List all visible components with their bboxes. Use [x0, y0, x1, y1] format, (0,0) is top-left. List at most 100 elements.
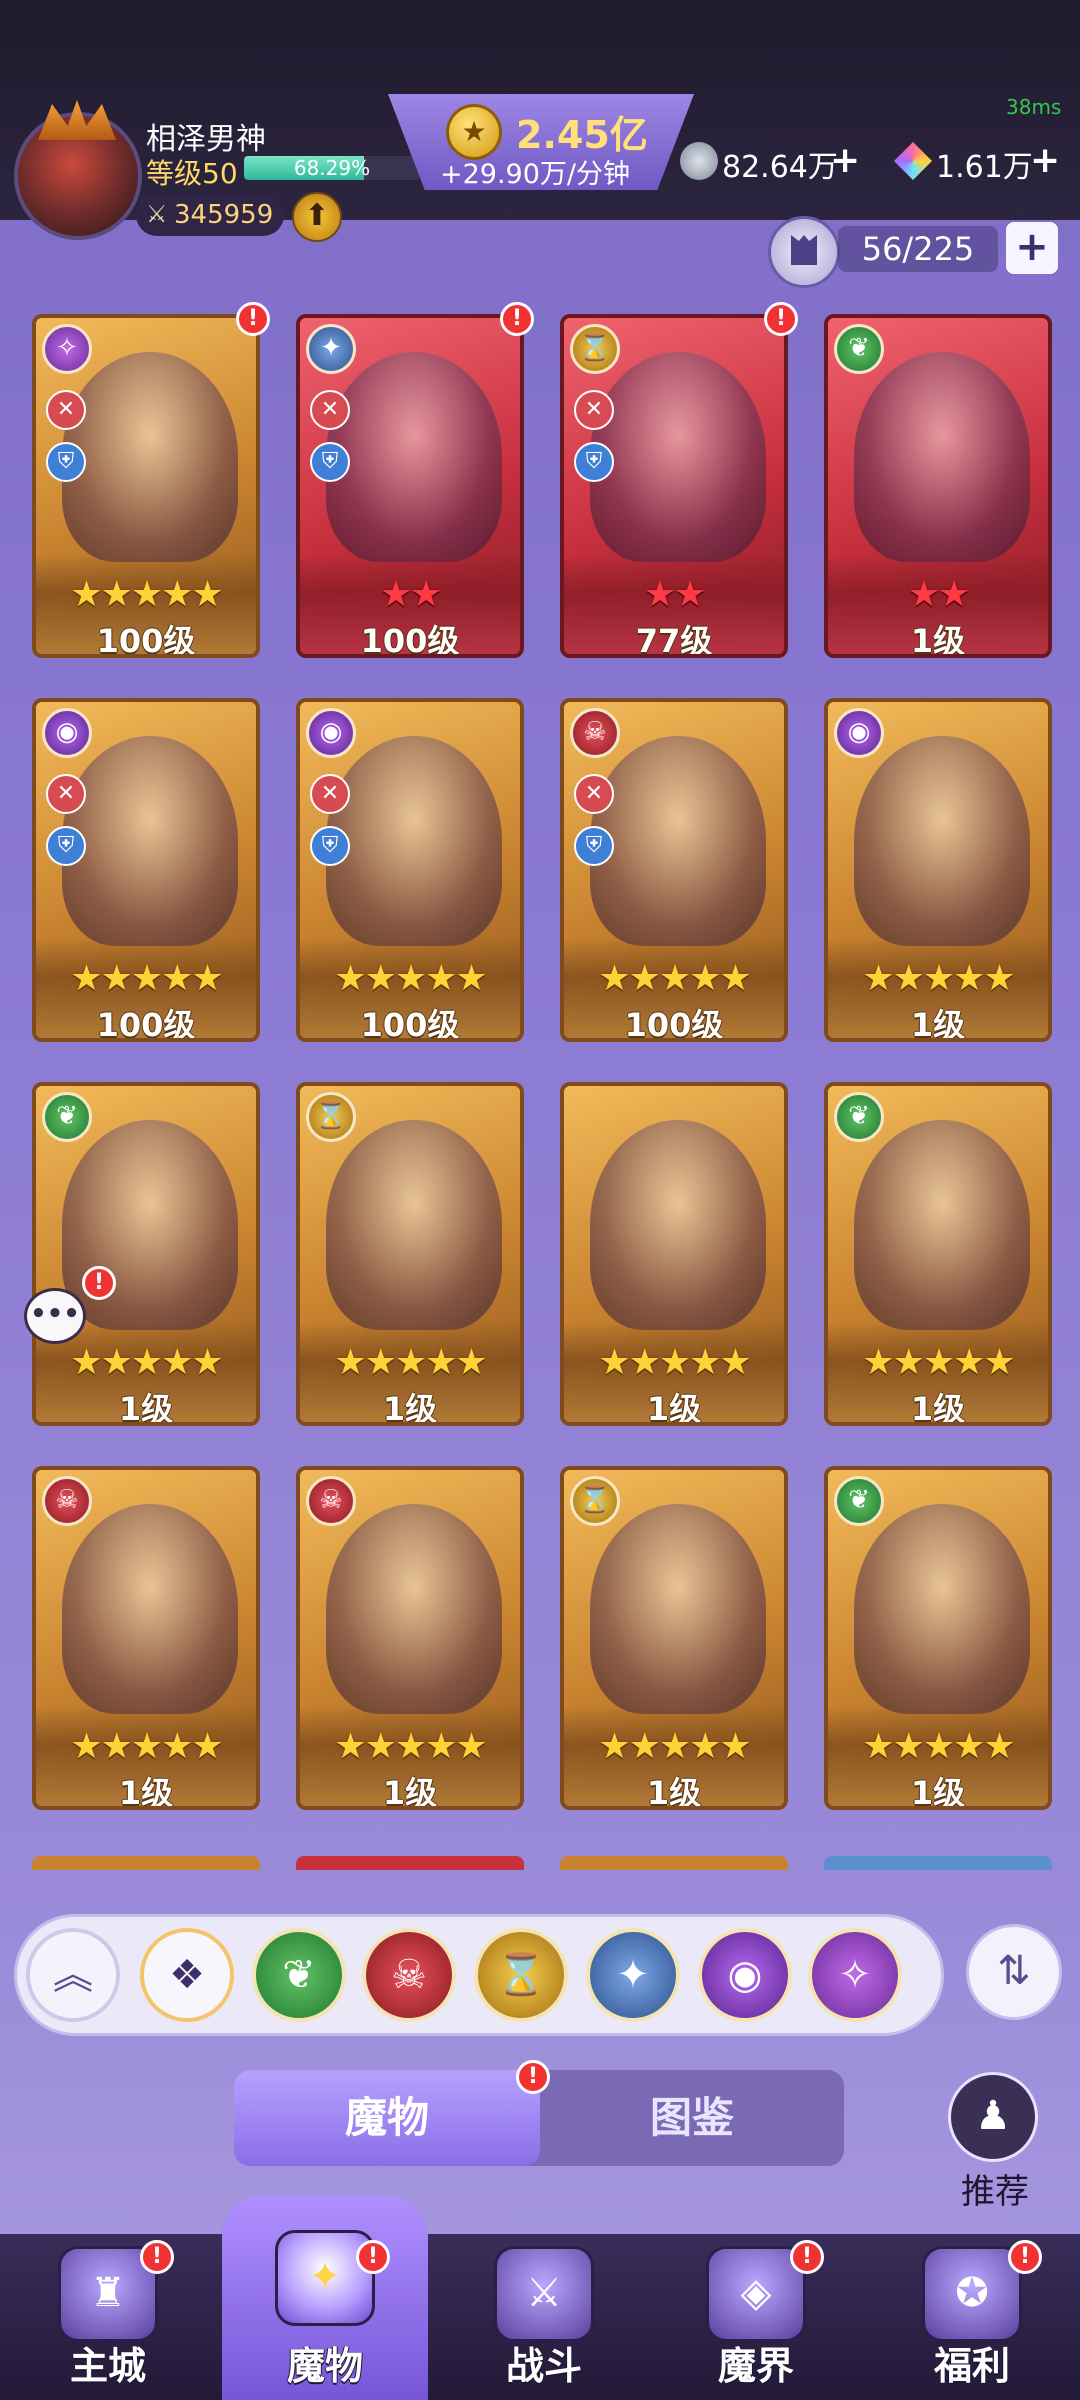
star-rating: ★★★★★ — [334, 1342, 487, 1383]
collapse-filter-button[interactable]: ︽ — [26, 1928, 120, 2022]
nav-demon-realm-label: 魔界 — [717, 2344, 794, 2388]
partial-card — [560, 1856, 788, 1870]
attack-role-icon: ✕ — [310, 390, 350, 430]
gem-resource: 1.61万 + — [894, 140, 1074, 185]
monster-level: 100级 — [96, 622, 196, 658]
gold-value: 2.45亿 — [516, 113, 648, 157]
filter-eye-icon[interactable]: ◉ — [698, 1928, 792, 2022]
nature-faction-icon: ❦ — [834, 1476, 884, 1526]
monster-portrait — [854, 1120, 1030, 1330]
power-up-button[interactable]: ⬆ — [292, 192, 342, 242]
monster-card[interactable]: ❦ ★★★★★ 1级 — [824, 1466, 1052, 1810]
monster-card[interactable]: ◉ ✕ ⛨ ★★★★★ 100级 — [296, 698, 524, 1042]
monster-level: 1级 — [646, 1774, 702, 1810]
expand-capacity-button[interactable]: + — [1006, 222, 1058, 274]
monster-level: 1级 — [910, 1774, 966, 1810]
monster-level: 1级 — [118, 1774, 174, 1810]
monster-card[interactable]: ❦ ★★ 1级 — [824, 314, 1052, 658]
monster-card[interactable]: ☠ ★★★★★ 1级 — [32, 1466, 260, 1810]
star-rating: ★★ — [907, 574, 971, 615]
monster-card[interactable]: ⌛ ✕ ⛨ ★★ 77级 — [560, 314, 788, 658]
recommend-label[interactable]: 推荐 — [940, 2164, 1050, 2213]
nav-main-city-badge: ! — [140, 2240, 174, 2274]
monster-card[interactable]: ◉ ★★★★★ 1级 — [824, 698, 1052, 1042]
nav-battle[interactable]: ⚔ 战斗 — [436, 2234, 652, 2400]
partial-card — [296, 1856, 524, 1870]
monster-level: 100级 — [360, 622, 460, 658]
star-rating: ★★★★★ — [598, 1342, 751, 1383]
attack-role-icon: ✕ — [574, 390, 614, 430]
nav-demon-realm[interactable]: ◈ 魔界 — [648, 2234, 864, 2400]
eye-faction-icon: ◉ — [834, 708, 884, 758]
monster-level: 100级 — [360, 1006, 460, 1042]
monster-card[interactable]: ✧ ✕ ⛨ ★★★★★ 100级 — [32, 314, 260, 658]
nav-main-city[interactable]: ♜ 主城 — [0, 2234, 216, 2400]
exp-bar: 68.29% — [244, 156, 420, 180]
star-rating: ★★★★★ — [598, 1726, 751, 1767]
monster-portrait — [62, 736, 238, 946]
monster-level: 1级 — [382, 1390, 438, 1426]
monster-card[interactable]: ✦ ✕ ⛨ ★★ 100级 — [296, 314, 524, 658]
monster-level: 100级 — [96, 1006, 196, 1042]
player-avatar[interactable] — [14, 112, 142, 240]
monster-capacity: 56/225 + — [768, 216, 1058, 288]
star-rating: ★★ — [643, 574, 707, 615]
monster-card[interactable]: ★★★★★ 1级 — [560, 1082, 788, 1426]
nav-main-city-label: 主城 — [69, 2344, 146, 2388]
sword-shield-icon: ⚔ — [494, 2246, 594, 2342]
monster-card[interactable]: ❦ ★★★★★ 1级 — [32, 1082, 260, 1426]
add-silver-button[interactable]: + — [830, 140, 860, 181]
add-gem-button[interactable]: + — [1030, 140, 1060, 181]
shield-role-icon: ⛨ — [310, 826, 350, 866]
star-rating: ★★★★★ — [334, 958, 487, 999]
chat-bubble-icon[interactable]: ••• — [24, 1288, 86, 1344]
demon-faction-icon: ☠ — [306, 1476, 356, 1526]
star-rating: ★★★★★ — [70, 1726, 223, 1767]
partial-card — [32, 1856, 260, 1870]
monster-level: 1级 — [910, 622, 966, 658]
star-rating: ★★★★★ — [862, 958, 1015, 999]
monster-card[interactable]: ☠ ✕ ⛨ ★★★★★ 100级 — [560, 698, 788, 1042]
filter-dragon-icon[interactable]: ✦ — [586, 1928, 680, 2022]
demon-faction-icon: ☠ — [570, 708, 620, 758]
tab-monsters[interactable]: 魔物 — [234, 2070, 540, 2166]
recommend-icon[interactable]: ♟ — [948, 2072, 1038, 2162]
tab-codex[interactable]: 图鉴 — [540, 2070, 844, 2166]
nav-monsters-label: 魔物 — [286, 2344, 363, 2388]
nav-monsters[interactable]: ✦ 魔物 — [222, 2196, 428, 2400]
filter-all-icon[interactable]: ❖ — [140, 1928, 234, 2022]
filter-nature-icon[interactable]: ❦ — [252, 1928, 346, 2022]
monster-card[interactable]: ⌛ ★★★★★ 1级 — [560, 1466, 788, 1810]
monster-portrait — [62, 1120, 238, 1330]
shield-role-icon: ⛨ — [574, 442, 614, 482]
card-notification-badge: ! — [236, 302, 270, 336]
nav-monsters-badge: ! — [356, 2240, 390, 2274]
chat-notification-badge: ! — [82, 1266, 116, 1300]
monster-portrait — [326, 1504, 502, 1714]
monster-level: 100级 — [624, 1006, 724, 1042]
monster-level: 1级 — [910, 1390, 966, 1426]
monster-portrait — [326, 1120, 502, 1330]
nature-faction-icon: ❦ — [834, 324, 884, 374]
eye-faction-icon: ◉ — [42, 708, 92, 758]
sort-button[interactable]: ⇅ — [966, 1924, 1062, 2020]
star-rating: ★★★★★ — [70, 1342, 223, 1383]
monster-card[interactable]: ❦ ★★★★★ 1级 — [824, 1082, 1052, 1426]
monster-level: 1级 — [118, 1390, 174, 1426]
star-rating: ★★★★★ — [598, 958, 751, 999]
dragon-faction-icon: ✦ — [306, 324, 356, 374]
monster-portrait — [590, 352, 766, 562]
monster-card[interactable]: ⌛ ★★★★★ 1级 — [296, 1082, 524, 1426]
nav-welfare[interactable]: ✪ 福利 — [864, 2234, 1080, 2400]
monster-bag-icon — [768, 216, 840, 288]
treasure-chest-icon: ✪ — [922, 2246, 1022, 2342]
player-level: 等级50 — [146, 157, 238, 190]
shield-role-icon: ⛨ — [574, 826, 614, 866]
monster-card[interactable]: ◉ ✕ ⛨ ★★★★★ 100级 — [32, 698, 260, 1042]
monster-level: 1级 — [646, 1390, 702, 1426]
filter-time-icon[interactable]: ⌛ — [474, 1928, 568, 2022]
attack-role-icon: ✕ — [574, 774, 614, 814]
monster-card[interactable]: ☠ ★★★★★ 1级 — [296, 1466, 524, 1810]
filter-swirl-icon[interactable]: ✧ — [808, 1928, 902, 2022]
filter-demon-icon[interactable]: ☠ — [362, 1928, 456, 2022]
